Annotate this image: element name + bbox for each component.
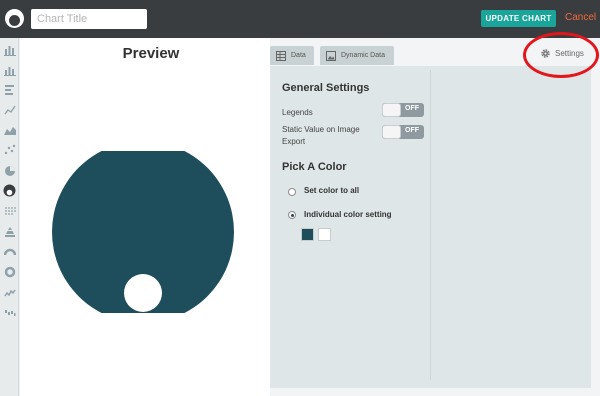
cancel-link[interactable]: Cancel [565, 12, 596, 23]
toggle-state: OFF [405, 105, 419, 112]
general-settings-heading: General Settings [282, 82, 370, 94]
pie-chart-icon[interactable] [2, 163, 17, 178]
scatter-chart-icon[interactable] [2, 142, 17, 157]
horizontal-bar-chart-icon[interactable] [2, 82, 17, 97]
preview-chart [52, 151, 234, 313]
tab-settings-label: Settings [555, 49, 584, 58]
tab-dynamic-data[interactable]: Dynamic Data [320, 46, 394, 65]
waterfall-chart-icon[interactable] [2, 305, 17, 320]
individual-color-label[interactable]: Individual color setting [304, 210, 392, 219]
color-swatch-1[interactable] [301, 228, 314, 241]
legends-label: Legends [282, 108, 313, 117]
table-icon [276, 50, 286, 61]
dot-grid-chart-icon[interactable] [2, 204, 17, 219]
panel-divider [430, 70, 431, 380]
toggle-state: OFF [405, 127, 419, 134]
legends-toggle[interactable]: OFF [382, 103, 424, 117]
bar-chart-icon[interactable] [2, 42, 17, 57]
app-logo [5, 9, 24, 28]
static-value-toggle[interactable]: OFF [382, 125, 424, 139]
tab-data-label: Data [291, 52, 306, 59]
tab-data[interactable]: Data [270, 46, 314, 65]
partial-circle-chart-icon[interactable] [2, 183, 17, 198]
area-chart-icon[interactable] [2, 122, 17, 137]
toggle-knob [382, 125, 401, 139]
tab-settings[interactable]: Settings [540, 48, 584, 59]
static-value-label-line1: Static Value on Image [282, 125, 360, 134]
pyramid-chart-icon[interactable] [2, 224, 17, 239]
radio-set-color-all[interactable] [288, 188, 296, 196]
static-value-label-line2: Export [282, 137, 306, 146]
chart-type-sidebar [0, 38, 19, 396]
color-swatch-2[interactable] [318, 228, 331, 241]
top-bar: UPDATE CHART Cancel [0, 0, 600, 38]
chart-title-input[interactable] [31, 9, 147, 29]
set-color-all-label[interactable]: Set color to all [304, 186, 359, 195]
chart-inner-circle [124, 274, 162, 312]
toggle-knob [382, 103, 401, 117]
line-chart-icon[interactable] [2, 102, 17, 117]
preview-pane: Preview [20, 38, 270, 396]
update-chart-button[interactable]: UPDATE CHART [481, 10, 556, 27]
preview-title: Preview [122, 45, 180, 62]
radio-individual-color[interactable] [288, 211, 296, 219]
tab-dynamic-data-label: Dynamic Data [341, 52, 385, 59]
gear-icon [541, 49, 550, 58]
sparkline-chart-icon[interactable] [2, 285, 17, 300]
semicircle-chart-icon[interactable] [2, 244, 17, 259]
pick-color-heading: Pick A Color [282, 161, 347, 173]
stacked-bar-chart-icon[interactable] [2, 62, 17, 77]
image-icon [326, 50, 336, 61]
donut-chart-icon[interactable] [2, 264, 17, 279]
